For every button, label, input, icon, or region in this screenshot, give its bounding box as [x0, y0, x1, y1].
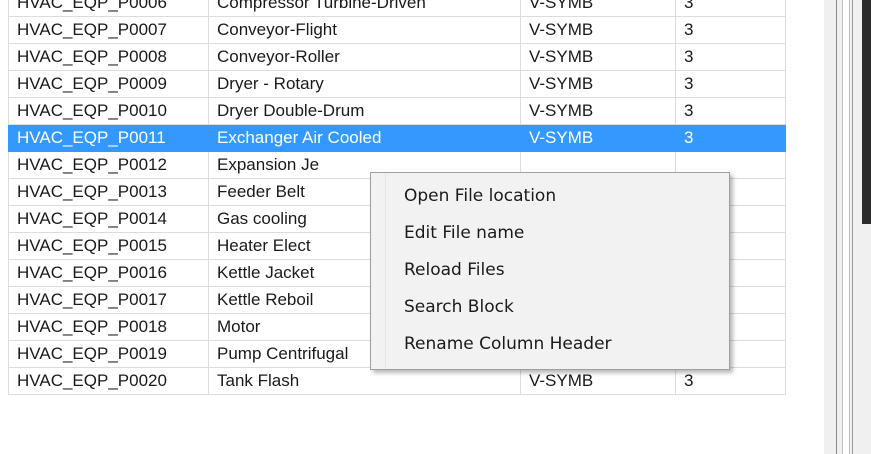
cell-block-name: Conveyor-Flight	[208, 16, 521, 44]
table-row-selected[interactable]: HVAC_EQP_P0011 Exchanger Air Cooled V-SY…	[8, 124, 786, 152]
cell-block-name: Compressor Turbine-Driven	[208, 0, 521, 17]
table-row[interactable]: HVAC_EQP_P0008 Conveyor-Roller V-SYMB 3	[8, 43, 786, 71]
menu-item-rename-column-header[interactable]: Rename Column Header	[404, 327, 612, 361]
menu-item-edit-file-name[interactable]: Edit File name	[404, 216, 524, 250]
cell-block-id: HVAC_EQP_P0009	[8, 70, 209, 98]
menu-item-search-block[interactable]: Search Block	[404, 290, 514, 324]
cell-block-qty: 3	[675, 70, 786, 98]
context-menu: Open File location Edit File name Reload…	[370, 172, 730, 370]
cell-block-qty: 3	[675, 43, 786, 71]
cell-block-id: HVAC_EQP_P0018	[8, 313, 209, 341]
splitter-line	[852, 0, 853, 454]
cell-block-type: V-SYMB	[520, 70, 676, 98]
cell-block-id: HVAC_EQP_P0010	[8, 97, 209, 125]
cell-block-id: HVAC_EQP_P0007	[8, 16, 209, 44]
table-row[interactable]: HVAC_EQP_P0009 Dryer - Rotary V-SYMB 3	[8, 70, 786, 98]
cell-block-type: V-SYMB	[520, 43, 676, 71]
table-row[interactable]: HVAC_EQP_P0020 Tank Flash V-SYMB 3	[8, 367, 786, 395]
cell-block-name: Dryer Double-Drum	[208, 97, 521, 125]
cell-block-id: HVAC_EQP_P0006	[8, 0, 209, 17]
cell-block-id: HVAC_EQP_P0020	[8, 367, 209, 395]
cell-block-type: V-SYMB	[520, 16, 676, 44]
cell-block-id: HVAC_EQP_P0014	[8, 205, 209, 233]
cell-block-id: HVAC_EQP_P0019	[8, 340, 209, 368]
cell-block-qty: 3	[675, 367, 786, 395]
table-row[interactable]: HVAC_EQP_P0006 Compressor Turbine-Driven…	[8, 0, 786, 17]
cell-block-name: Tank Flash	[208, 367, 521, 395]
cell-block-type: V-SYMB	[520, 0, 676, 17]
table-row[interactable]: HVAC_EQP_P0010 Dryer Double-Drum V-SYMB …	[8, 97, 786, 125]
cell-block-qty: 3	[675, 97, 786, 125]
cell-block-id: HVAC_EQP_P0013	[8, 178, 209, 206]
cell-block-type: V-SYMB	[520, 367, 676, 395]
cell-block-type: V-SYMB	[520, 124, 676, 152]
cell-block-id: HVAC_EQP_P0016	[8, 259, 209, 287]
cell-block-name: Exchanger Air Cooled	[208, 124, 521, 152]
splitter-line	[836, 0, 837, 454]
table-row[interactable]: HVAC_EQP_P0007 Conveyor-Flight V-SYMB 3	[8, 16, 786, 44]
cell-block-type: V-SYMB	[520, 97, 676, 125]
scrollbar-thumb[interactable]	[862, 0, 871, 224]
cell-block-id: HVAC_EQP_P0012	[8, 151, 209, 179]
cell-block-id: HVAC_EQP_P0015	[8, 232, 209, 260]
menu-icon-gutter	[371, 173, 386, 369]
cell-block-id: HVAC_EQP_P0011	[8, 124, 209, 152]
cell-block-id: HVAC_EQP_P0008	[8, 43, 209, 71]
menu-item-reload-files[interactable]: Reload Files	[404, 253, 505, 287]
cell-block-qty: 3	[675, 124, 786, 152]
cell-block-qty: 3	[675, 0, 786, 17]
splitter-handle[interactable]	[842, 0, 850, 454]
menu-item-open-file-location[interactable]: Open File location	[404, 179, 556, 213]
cell-block-id: HVAC_EQP_P0017	[8, 286, 209, 314]
cell-block-name: Dryer - Rotary	[208, 70, 521, 98]
cell-block-name: Conveyor-Roller	[208, 43, 521, 71]
cell-block-qty: 3	[675, 16, 786, 44]
